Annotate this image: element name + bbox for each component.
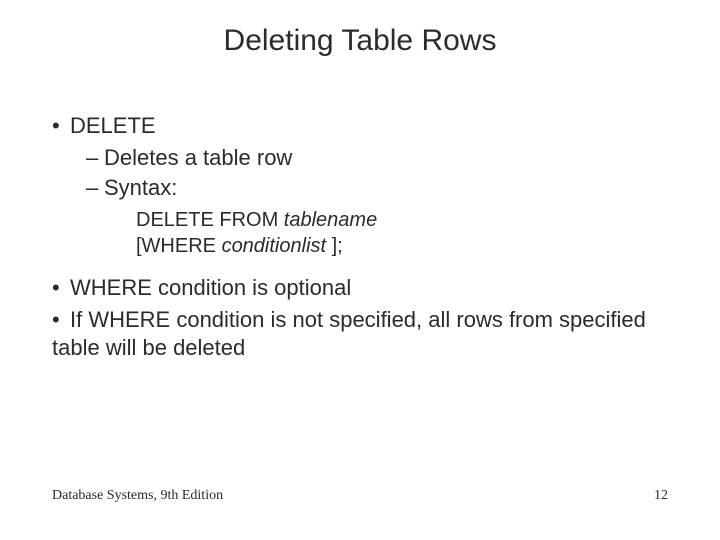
syntax-line: DELETE FROM tablename <box>136 208 668 234</box>
bullet-level1: •If WHERE condition is not specified, al… <box>52 306 668 362</box>
slide: Deleting Table Rows •DELETE –Deletes a t… <box>0 0 720 540</box>
syntax-line: [WHERE conditionlist ]; <box>136 234 668 260</box>
bullet-text: If WHERE condition is not specified, all… <box>52 307 646 360</box>
bullet-icon: • <box>52 306 70 334</box>
slide-title: Deleting Table Rows <box>0 24 720 58</box>
syntax-block: DELETE FROM tablename [WHERE conditionli… <box>136 208 668 259</box>
bullet-text: Syntax: <box>104 175 177 200</box>
bullet-icon: • <box>52 112 70 140</box>
bullet-text: DELETE <box>70 113 156 138</box>
bullet-level2: –Deletes a table row <box>86 144 668 172</box>
syntax-italic: conditionlist <box>222 235 332 257</box>
slide-body: •DELETE –Deletes a table row –Syntax: DE… <box>52 112 668 366</box>
dash-icon: – <box>86 174 104 202</box>
syntax-text: [WHERE <box>136 235 222 257</box>
dash-icon: – <box>86 144 104 172</box>
bullet-icon: • <box>52 274 70 302</box>
syntax-text: ]; <box>332 235 343 257</box>
bullet-text: WHERE condition is optional <box>70 275 351 300</box>
sub-bullets: –Deletes a table row –Syntax: DELETE FRO… <box>86 144 668 260</box>
syntax-text: DELETE FROM <box>136 209 284 231</box>
footer-left: Database Systems, 9th Edition <box>52 488 223 504</box>
bullet-text: Deletes a table row <box>104 145 292 170</box>
footer-page-number: 12 <box>654 488 668 504</box>
bullet-level1: •DELETE <box>52 112 668 140</box>
bullet-level1: •WHERE condition is optional <box>52 274 668 302</box>
bullet-level2: –Syntax: <box>86 174 668 202</box>
syntax-italic: tablename <box>284 209 377 231</box>
